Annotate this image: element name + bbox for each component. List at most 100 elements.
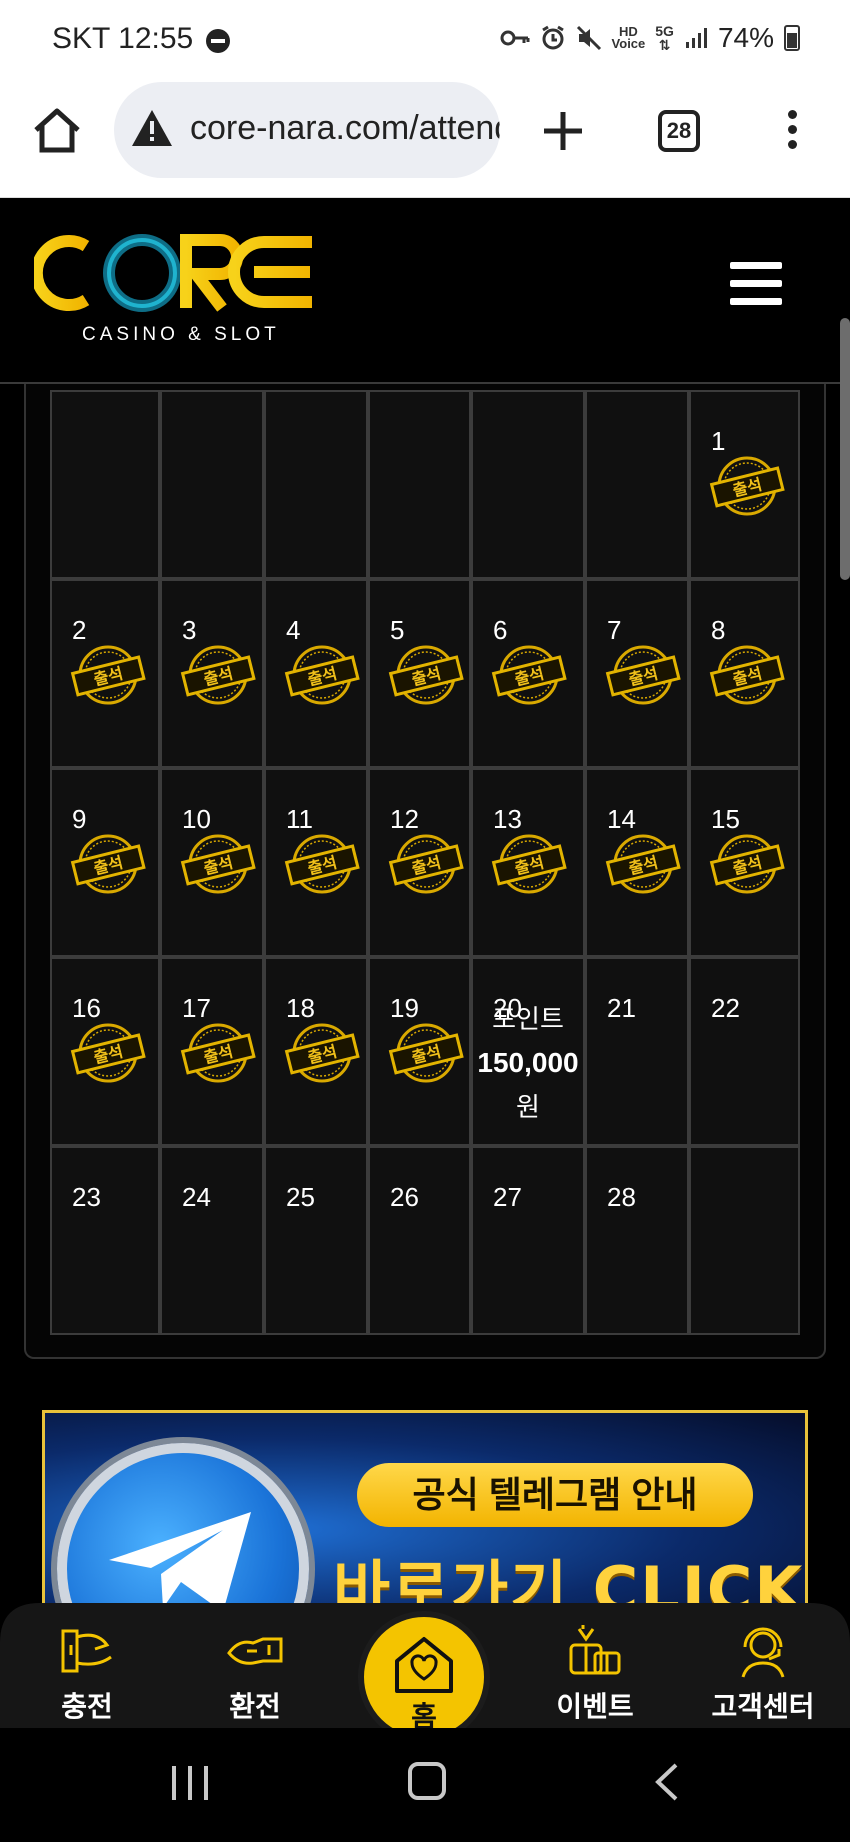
calendar-day-cell: 1 출석 xyxy=(689,390,800,579)
calendar-day-number: 14 xyxy=(607,804,636,834)
calendar-day-number: 9 xyxy=(72,804,87,834)
back-button[interactable] xyxy=(652,1762,682,1802)
bottom-navigation: 충전 환전 홈 이벤트 고객센터 xyxy=(0,1603,850,1743)
calendar-day-number: 2 xyxy=(72,615,87,645)
calendar-day-number: 23 xyxy=(72,1182,101,1212)
calendar-day-cell: 10 출석 xyxy=(160,768,264,957)
calendar-day-cell: 24 xyxy=(160,1146,264,1335)
status-bar: SKT 12:55 HD Voice 5G ⇅ 74% xyxy=(0,0,850,80)
core-logo[interactable]: CASINO & SLOT xyxy=(34,228,334,348)
reward-label: 포인트 150,000 원 xyxy=(473,997,583,1129)
calendar-day-cell: 9 출석 xyxy=(50,768,160,957)
calendar-empty-cell xyxy=(689,1146,800,1335)
nav-withdraw-label: 환전 xyxy=(229,1691,281,1722)
calendar-day-cell: 5 출석 xyxy=(368,579,471,768)
nav-deposit[interactable]: 충전 xyxy=(22,1623,152,1725)
calendar-day-cell: 25 xyxy=(264,1146,368,1335)
status-icons: HD Voice 5G ⇅ 74% xyxy=(500,22,800,54)
calendar-day-cell: 12 출석 xyxy=(368,768,471,957)
calendar-empty-cell xyxy=(50,390,160,579)
calendar-day-cell: 14 출석 xyxy=(585,768,689,957)
home-icon[interactable] xyxy=(30,104,84,158)
hamburger-menu-icon[interactable] xyxy=(730,262,782,306)
calendar-day-number: 21 xyxy=(607,993,636,1023)
attendance-stamp: 출석 xyxy=(180,834,256,894)
attendance-stamp: 출석 xyxy=(284,645,360,705)
calendar-empty-cell xyxy=(585,390,689,579)
address-bar[interactable]: core-nara.com/attendance xyxy=(114,82,500,178)
system-navigation-bar xyxy=(0,1728,850,1842)
reward-title: 포인트 xyxy=(492,1004,564,1034)
calendar-day-cell: 2 출석 xyxy=(50,579,160,768)
url-text: core-nara.com/attendance xyxy=(190,109,500,147)
calendar-day-cell: 23 xyxy=(50,1146,160,1335)
attendance-stamp: 출석 xyxy=(70,834,146,894)
calendar-day-number: 17 xyxy=(182,993,211,1023)
calendar-day-number: 13 xyxy=(493,804,522,834)
calendar-empty-cell xyxy=(471,390,585,579)
battery-icon xyxy=(784,25,800,51)
calendar-day-cell: 3 출석 xyxy=(160,579,264,768)
withdraw-icon xyxy=(227,1637,283,1665)
nav-home[interactable]: 홈 xyxy=(358,1611,490,1743)
system-home-button[interactable] xyxy=(408,1762,446,1800)
attendance-stamp: 출석 xyxy=(70,645,146,705)
nav-withdraw[interactable]: 환전 xyxy=(190,1623,320,1725)
calendar-day-number: 10 xyxy=(182,804,211,834)
calendar-day-number: 4 xyxy=(286,615,301,645)
attendance-stamp: 출석 xyxy=(70,1023,146,1083)
calendar-day-number: 18 xyxy=(286,993,315,1023)
calendar-empty-cell xyxy=(160,390,264,579)
nav-event[interactable]: 이벤트 xyxy=(530,1623,660,1725)
calendar-day-number: 6 xyxy=(493,615,508,645)
calendar-day-cell: 7 출석 xyxy=(585,579,689,768)
warning-icon[interactable] xyxy=(130,108,174,148)
page-scrollbar[interactable] xyxy=(840,318,850,580)
5g-icon: 5G ⇅ xyxy=(655,23,674,53)
more-menu-icon[interactable] xyxy=(782,110,802,156)
banner-title: 공식 텔레그램 안내 xyxy=(357,1463,753,1527)
calendar-day-number: 1 xyxy=(711,426,726,456)
calendar-empty-cell xyxy=(264,390,368,579)
reward-amount: 150,000 xyxy=(477,1047,579,1078)
calendar-day-cell: 26 xyxy=(368,1146,471,1335)
signal-icon xyxy=(685,28,707,48)
nav-event-label: 이벤트 xyxy=(556,1691,634,1722)
calendar-day-cell: 8 출석 xyxy=(689,579,800,768)
calendar-day-cell: 21 xyxy=(585,957,689,1146)
site-header: CASINO & SLOT xyxy=(0,198,850,384)
attendance-stamp: 출석 xyxy=(284,834,360,894)
calendar-day-cell: 20 포인트 150,000 원 xyxy=(471,957,585,1146)
calendar-day-number: 19 xyxy=(390,993,419,1023)
attendance-stamp: 출석 xyxy=(491,645,567,705)
calendar-day-number: 16 xyxy=(72,993,101,1023)
attendance-stamp: 출석 xyxy=(180,1023,256,1083)
calendar-day-cell: 22 xyxy=(689,957,800,1146)
alarm-icon xyxy=(541,25,564,50)
logo-subtitle: CASINO & SLOT xyxy=(82,324,280,345)
hd-voice-icon: HD Voice xyxy=(611,24,646,51)
calendar-day-number: 3 xyxy=(182,615,197,645)
recent-apps-button[interactable] xyxy=(172,1766,208,1800)
attendance-stamp: 출석 xyxy=(605,645,681,705)
attendance-calendar: 1 출석 2 출석 3 출석 4 출석 5 출석 6 출석 7 출석 8 출석 9 출석 10 출석 11 출석 12 출석 1… xyxy=(50,390,800,1335)
calendar-day-cell: 17 출석 xyxy=(160,957,264,1146)
new-tab-icon[interactable] xyxy=(536,104,590,158)
calendar-day-cell: 28 xyxy=(585,1146,689,1335)
nav-support-label: 고객센터 xyxy=(711,1691,815,1722)
attendance-stamp: 출석 xyxy=(709,645,785,705)
calendar-day-cell: 19 출석 xyxy=(368,957,471,1146)
calendar-empty-cell xyxy=(368,390,471,579)
tab-switcher-button[interactable]: 28 xyxy=(658,110,700,152)
telegram-banner[interactable]: 공식 텔레그램 안내 바로가기 CLICK xyxy=(42,1410,808,1610)
mute-icon xyxy=(576,25,601,51)
attendance-stamp: 출석 xyxy=(709,834,785,894)
calendar-day-cell: 6 출석 xyxy=(471,579,585,768)
calendar-day-number: 28 xyxy=(607,1182,636,1212)
calendar-day-number: 7 xyxy=(607,615,622,645)
calendar-day-number: 22 xyxy=(711,993,740,1023)
nav-support[interactable]: 고객센터 xyxy=(698,1623,828,1725)
attendance-stamp: 출석 xyxy=(709,456,785,516)
attendance-stamp: 출석 xyxy=(491,834,567,894)
calendar-day-number: 5 xyxy=(390,615,405,645)
